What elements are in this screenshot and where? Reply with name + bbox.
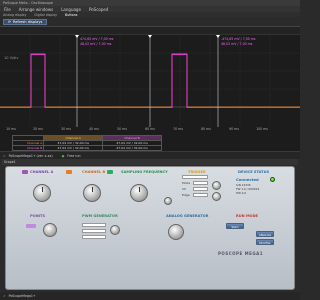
x-tick: 60 ms [145, 127, 155, 131]
trigger-mode-field[interactable] [193, 181, 208, 185]
x-tick: 70 ms [173, 127, 183, 131]
analog-generator-knob[interactable] [168, 224, 184, 240]
footer-device[interactable]: PoScopeMega1+ [9, 294, 36, 298]
tab-digital-display[interactable]: Digital display [34, 13, 57, 17]
menu-language[interactable]: Language [61, 7, 81, 12]
panel-title: Scope1 [2, 159, 298, 165]
waveform-svg: 474,65 mV / 7,00 ms 48,02 mV / 7,00 ms -… [0, 35, 300, 127]
trigger-edge-label: Edge [182, 193, 190, 197]
connection-led [270, 177, 275, 182]
sampling-frequency-knob[interactable] [130, 184, 148, 202]
sampling-fine-knob[interactable] [164, 197, 172, 205]
trigger-mode-label: Mode [182, 181, 191, 185]
footer-bar: ✔ PoScopeMega1+ [0, 292, 300, 300]
analog-mode-button[interactable]: ANALOG [256, 231, 274, 237]
trigger-channel-label: Ch [182, 187, 186, 191]
run-mode-title: RUN MODE [236, 214, 259, 218]
analog-generator-title: ANALOG GENERATOR [166, 214, 209, 218]
refresh-displays-button[interactable]: ⟳ Refresh displays [3, 19, 48, 25]
refresh-icon: ⟳ [8, 20, 12, 24]
control-panel: Scope1 CHANNEL A CHANNEL B SAMPLING FREQ… [0, 159, 300, 292]
start-button[interactable]: Start [226, 223, 244, 229]
table-cell: 47,04 mV / 32,00 ms [102, 145, 162, 151]
device-hardware: HW 4.0 [236, 191, 247, 195]
x-tick: 20 ms [33, 127, 43, 131]
trigger-edge-field[interactable] [193, 193, 208, 197]
measurement-table: Channel A Channel B Channel A 47,04 mV /… [11, 135, 162, 151]
channel-a-title: CHANNEL A [30, 170, 54, 174]
table-cell: 47,04 mV / 32,00 ms [43, 145, 104, 151]
channel-a-color-badge[interactable] [66, 170, 72, 174]
menu-file[interactable]: File [4, 7, 11, 12]
channel-a-volts-knob[interactable] [33, 184, 51, 202]
tab-analog-display[interactable]: Analog display [3, 13, 26, 17]
x-tick: 30 ms [61, 127, 71, 131]
x-tick: 90 ms [229, 127, 239, 131]
device-front-panel: CHANNEL A CHANNEL B SAMPLING FREQUENCY T… [5, 166, 295, 290]
cursor-readout-2-ch2: 48,02 mV / 7,00 ms [221, 42, 253, 46]
check-icon: ✔ [3, 294, 6, 298]
measurement-area: Channel A Channel B Channel A 47,04 mV /… [0, 135, 300, 151]
pwm-frequency-field[interactable] [82, 223, 106, 227]
run-icon: ● [61, 153, 65, 158]
toolbar: ⟳ Refresh displays [0, 17, 300, 27]
sampling-title: SAMPLING FREQUENCY [121, 170, 168, 174]
check-icon: ✔ [3, 153, 6, 158]
channel-b-badge[interactable] [107, 170, 113, 174]
table-row: Channel B 47,04 mV / 32,00 ms 47,04 mV /… [11, 145, 162, 151]
status-bar: ✔ PoScopeMega1+ (ver. x.xx) ● Free run [0, 151, 300, 159]
tab-buttons[interactable]: Buttons [65, 13, 77, 17]
refresh-label: Refresh displays [13, 20, 43, 24]
trigger-source-field[interactable] [182, 175, 208, 179]
cursor-readout-1-ch1: 474,65 mV / 7,00 ms [80, 37, 114, 41]
scope-top-strip [0, 27, 300, 35]
trigger-title: TRIGGER [188, 170, 206, 174]
status-device[interactable]: PoScopeMega1+ (ver. x.xx) [9, 154, 53, 158]
table-row: Channel A 47,04 mV / 32,00 ms 47,04 mV /… [11, 140, 162, 146]
menu-arrange-windows[interactable]: Arrange windows [19, 7, 53, 12]
channel-a-badge[interactable] [22, 170, 28, 174]
pwm-duty-field[interactable] [82, 229, 106, 233]
menu-poscope4[interactable]: PoScope4 [89, 7, 108, 12]
scope-plot[interactable]: 474,65 mV / 7,00 ms 48,02 mV / 7,00 ms -… [0, 35, 300, 127]
status-run-mode[interactable]: Free run [67, 154, 80, 158]
channel-b-title: CHANNEL B [82, 170, 106, 174]
x-tick: 80 ms [201, 127, 211, 131]
x-tick: 50 ms [117, 127, 127, 131]
points-knob[interactable] [43, 223, 57, 237]
x-tick: 100 ms [256, 127, 268, 131]
pwm-knob[interactable] [110, 225, 120, 235]
x-tick: 40 ms [89, 127, 99, 131]
cursor-readout-2-ch1: -474,65 mV / 7,00 ms [221, 37, 256, 41]
table-row-label: Channel B [11, 145, 45, 151]
cursor-marker-3 [216, 35, 220, 38]
cursor-marker-1 [75, 35, 79, 38]
x-tick: 10 ms [6, 127, 16, 131]
trigger-channel-field[interactable] [193, 187, 208, 191]
trigger-level-knob[interactable] [212, 181, 221, 190]
pwm-channel-field[interactable] [82, 235, 106, 239]
trigger-position-knob[interactable] [212, 192, 221, 201]
pwm-generator-title: PWM GENERATOR [82, 214, 118, 218]
device-brand: POSCOPE MEGA1 [218, 251, 263, 256]
voltage-scale-label: 10 V/div [4, 56, 19, 60]
digital-mode-button[interactable]: DIGITAL [256, 239, 274, 245]
cursor-marker-2 [148, 35, 152, 38]
device-status-title: DEVICE STATUS [238, 170, 270, 174]
points-badge[interactable] [26, 224, 36, 228]
cursor-readout-1-ch2: 48,02 mV / 7,00 ms [80, 42, 112, 46]
x-axis-ticks: 10 ms 20 ms 30 ms 40 ms 50 ms 60 ms 70 m… [0, 127, 300, 133]
oscilloscope-display[interactable]: 474,65 mV / 7,00 ms 48,02 mV / 7,00 ms -… [0, 27, 300, 151]
channel-b-volts-knob[interactable] [83, 184, 101, 202]
points-title: POINTS [30, 214, 46, 218]
device-connected-status: Connected [236, 177, 259, 182]
